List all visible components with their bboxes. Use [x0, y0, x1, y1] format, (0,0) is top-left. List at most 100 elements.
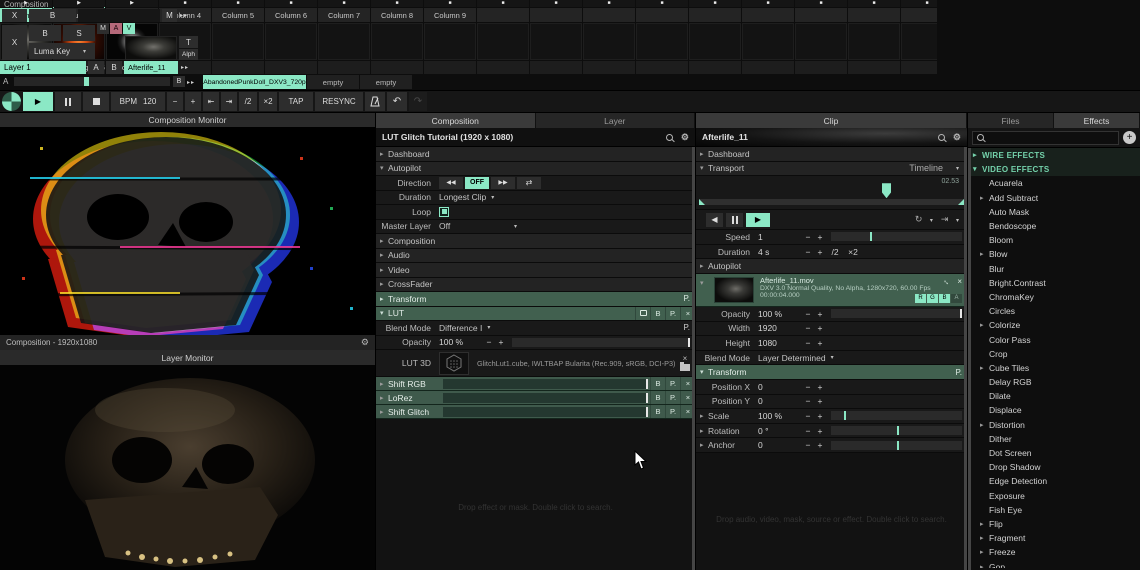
tab-effects[interactable]: Effects	[1054, 113, 1140, 128]
minus-button[interactable]: −	[802, 426, 814, 436]
clip-name-cell[interactable]	[583, 61, 635, 74]
effects-scrollbar[interactable]	[968, 148, 971, 570]
section-transport[interactable]: ▾ Transport Timeline▾	[696, 162, 967, 177]
plus-button[interactable]: +	[814, 338, 826, 348]
column-header[interactable]	[583, 8, 635, 22]
deck-empty-slot[interactable]: empty	[360, 75, 412, 89]
effects-list-item[interactable]: Dot Screen	[968, 446, 1140, 460]
slider-handle[interactable]	[688, 338, 690, 347]
minus-button[interactable]: −	[802, 396, 814, 406]
effects-list-item[interactable]: ▸ Fragment	[968, 531, 1140, 545]
position-x-value[interactable]: 0	[758, 382, 802, 392]
slider-handle[interactable]	[870, 232, 872, 241]
plus-button[interactable]: +	[814, 382, 826, 392]
effect-row[interactable]: ▸ Shift RGB B P. ×	[376, 377, 695, 391]
close-icon[interactable]: ×	[957, 277, 962, 286]
section-dashboard[interactable]: ▸ Dashboard	[696, 147, 967, 162]
minus-button[interactable]: −	[802, 440, 814, 450]
layer-alpha-button[interactable]: Alph	[179, 49, 198, 60]
speed-slider[interactable]	[831, 232, 962, 241]
close-icon[interactable]: ×	[683, 355, 688, 362]
layer-video-toggle[interactable]: V	[123, 23, 135, 34]
undo-button[interactable]: ↶	[387, 92, 407, 111]
loop-checkbox[interactable]	[439, 207, 449, 217]
crossfader-handle[interactable]	[84, 77, 89, 86]
crossfader-track[interactable]	[14, 77, 170, 86]
clip-thumbnail[interactable]	[424, 23, 476, 60]
effects-list-item[interactable]: Bendoscope	[968, 219, 1140, 233]
clip-name-cell[interactable]	[265, 61, 317, 74]
metronome-button[interactable]	[365, 92, 385, 111]
layer-blend-dropdown[interactable]: Luma Key ▾	[29, 43, 95, 59]
clip-name-cell[interactable]	[742, 61, 794, 74]
plus-button[interactable]: +	[814, 440, 826, 450]
timeline-playhead[interactable]	[882, 183, 891, 198]
minus-button[interactable]: −	[802, 232, 814, 242]
plus-button[interactable]: +	[814, 232, 826, 242]
transport-mode-value[interactable]: Timeline	[909, 163, 943, 173]
layer-m-toggle[interactable]: M	[97, 23, 109, 34]
section-autopilot[interactable]: ▸ Autopilot	[696, 259, 967, 274]
column-trigger-button[interactable]: ■	[583, 0, 635, 7]
clip-name-cell[interactable]	[371, 61, 423, 74]
clip-thumbnail[interactable]	[901, 23, 937, 60]
bypass-button[interactable]: B	[650, 307, 665, 321]
effects-list-item[interactable]: Edge Detection	[968, 474, 1140, 488]
column-header[interactable]: Column 8	[371, 8, 423, 22]
clip-name-cell[interactable]	[212, 61, 264, 74]
clip-name-cell[interactable]	[318, 61, 370, 74]
slider-handle[interactable]	[897, 426, 899, 435]
minus-button[interactable]: −	[802, 382, 814, 392]
layer-b-button[interactable]: B	[106, 61, 122, 74]
clip-thumbnail[interactable]	[742, 23, 794, 60]
layer-name[interactable]: Layer 1	[0, 61, 86, 74]
column-trigger-button[interactable]: ■	[159, 0, 211, 7]
anchor-value[interactable]: 0	[758, 440, 802, 450]
pause-button[interactable]	[726, 213, 743, 227]
play-backward-button[interactable]: ◀	[706, 213, 723, 227]
plus-button[interactable]: +	[814, 309, 826, 319]
effect-bypass-button[interactable]: B	[650, 391, 665, 404]
clip-name-cell[interactable]	[689, 61, 741, 74]
clip-thumbnail[interactable]	[583, 23, 635, 60]
tab-composition[interactable]: Composition	[376, 113, 536, 128]
opacity-slider[interactable]	[512, 338, 690, 347]
section-composition[interactable]: ▸ Composition	[376, 234, 695, 249]
section-audio[interactable]: ▸ Audio	[376, 249, 695, 264]
blend-mode-value[interactable]: Layer Determined	[758, 353, 826, 363]
slider-handle[interactable]	[844, 411, 846, 420]
channel-r-toggle[interactable]: R	[915, 294, 926, 303]
effects-list-item[interactable]: Displace	[968, 403, 1140, 417]
beat-nudge-right-button[interactable]: ⇥	[221, 92, 237, 111]
search-icon[interactable]	[938, 134, 945, 141]
effect-opacity-slider[interactable]	[443, 379, 648, 389]
play-button[interactable]: ▶	[23, 92, 53, 111]
effects-list-item[interactable]: Crop	[968, 347, 1140, 361]
direction-random-button[interactable]: ⇄	[517, 177, 541, 189]
width-value[interactable]: 1920	[758, 323, 802, 333]
params-button[interactable]: P.	[665, 307, 680, 321]
deck-empty-slot[interactable]: empty	[307, 75, 359, 89]
minus-button[interactable]: −	[802, 247, 814, 257]
column-trigger-button[interactable]: ■	[530, 0, 582, 7]
section-crossfader[interactable]: ▸ CrossFader	[376, 278, 695, 293]
channel-g-toggle[interactable]: G	[927, 294, 938, 303]
effects-list-item[interactable]: ▸ WIRE EFFECTS	[968, 148, 1140, 162]
effects-list-item[interactable]: Circles	[968, 304, 1140, 318]
bpm-double-button[interactable]: ×2	[259, 92, 277, 111]
lut3d-thumbnail[interactable]	[439, 352, 469, 375]
effect-opacity-slider[interactable]	[443, 393, 648, 403]
clip-name-cell[interactable]	[636, 61, 688, 74]
column-trigger-button[interactable]: ■	[901, 0, 937, 7]
clip-thumbnail[interactable]	[636, 23, 688, 60]
layer-skip-icons[interactable]: ▸▸	[181, 64, 189, 71]
column-header[interactable]	[530, 8, 582, 22]
effect-params-button[interactable]: P.	[665, 391, 680, 404]
section-transform[interactable]: ▸ Transform P.	[376, 292, 695, 307]
effects-list-item[interactable]: Fish Eye	[968, 503, 1140, 517]
effects-list-item[interactable]: Acuarela	[968, 176, 1140, 190]
effects-list-item[interactable]: Auto Mask	[968, 205, 1140, 219]
layer-a-button[interactable]: A	[88, 61, 104, 74]
column-header[interactable]: Column 5	[212, 8, 264, 22]
plus-button[interactable]: +	[814, 247, 826, 257]
